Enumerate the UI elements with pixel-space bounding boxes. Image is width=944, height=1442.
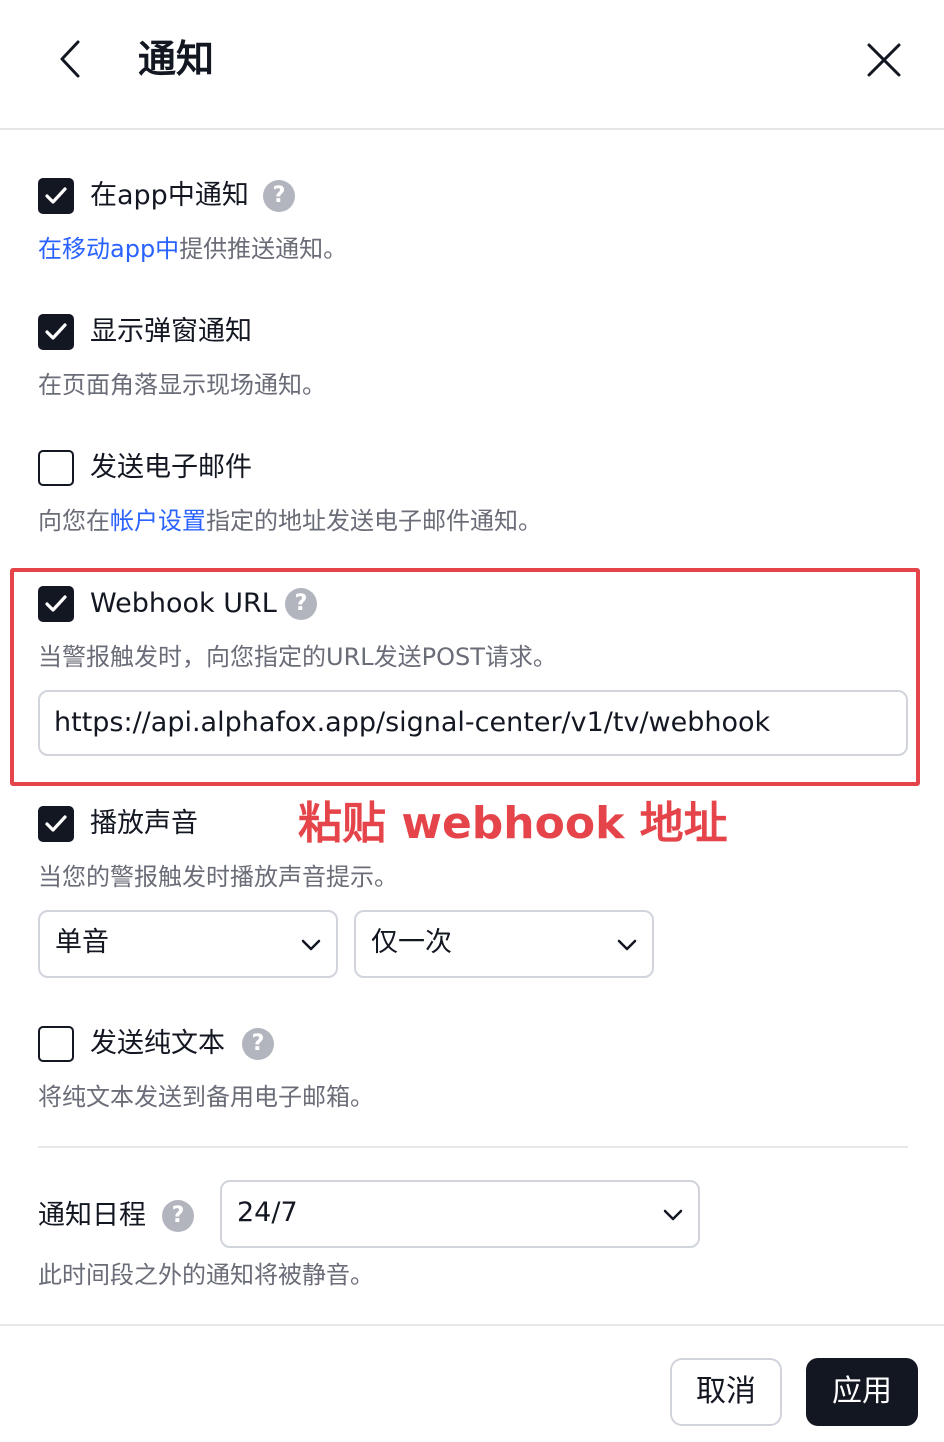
sound-checkbox[interactable] — [38, 806, 74, 842]
email-checkbox[interactable] — [38, 450, 74, 486]
popup-checkbox[interactable] — [38, 314, 74, 350]
email-description: 向您在帐户设置指定的地址发送电子邮件通知。 — [38, 504, 542, 538]
paste-webhook-annotation: 粘贴 webhook 地址 — [298, 798, 728, 849]
app-notify-help-icon[interactable]: ? — [263, 180, 295, 212]
schedule-description: 此时间段之外的通知将被静音。 — [38, 1261, 374, 1289]
check-icon — [45, 323, 67, 340]
close-button[interactable] — [862, 38, 906, 82]
app-notify-desc-text: 提供推送通知。 — [179, 235, 348, 263]
mobile-app-link[interactable]: 在移动app中 — [38, 235, 179, 263]
chevron-down-icon — [617, 939, 637, 951]
app-notify-description: 在移动app中提供推送通知。 — [38, 232, 347, 266]
app-notify-checkbox[interactable] — [38, 178, 74, 214]
back-button[interactable] — [52, 36, 92, 82]
schedule-help-icon[interactable]: ? — [162, 1200, 194, 1232]
chevron-left-icon — [60, 40, 80, 78]
dialog-header: 通知 — [0, 0, 944, 130]
dialog-title: 通知 — [138, 37, 215, 81]
apply-button[interactable]: 应用 — [806, 1358, 918, 1426]
footer-divider — [0, 1324, 944, 1326]
webhook-highlight-box — [10, 568, 920, 786]
sound-type-select[interactable]: 单音 — [38, 910, 338, 978]
plaintext-label[interactable]: 发送纯文本 — [90, 1026, 225, 1062]
schedule-select[interactable]: 24/7 — [220, 1180, 700, 1248]
sound-label[interactable]: 播放声音 — [90, 806, 198, 842]
chevron-down-icon — [663, 1209, 683, 1221]
schedule-value: 24/7 — [237, 1197, 298, 1228]
check-icon — [45, 815, 67, 832]
email-label[interactable]: 发送电子邮件 — [90, 450, 252, 486]
close-icon — [867, 43, 901, 77]
popup-label[interactable]: 显示弹窗通知 — [90, 314, 252, 350]
plaintext-description: 将纯文本发送到备用电子邮箱。 — [38, 1083, 374, 1111]
sound-repeat-select[interactable]: 仅一次 — [354, 910, 654, 978]
schedule-label: 通知日程 — [38, 1200, 146, 1231]
sound-description: 当您的警报触发时播放声音提示。 — [38, 863, 398, 891]
email-desc-post: 指定的地址发送电子邮件通知。 — [206, 507, 542, 535]
plaintext-help-icon[interactable]: ? — [242, 1028, 274, 1060]
cancel-button[interactable]: 取消 — [670, 1358, 782, 1426]
app-notify-label[interactable]: 在app中通知 — [90, 178, 249, 214]
check-icon — [45, 187, 67, 204]
popup-description: 在页面角落显示现场通知。 — [38, 371, 326, 399]
sound-type-value: 单音 — [55, 927, 109, 958]
sound-repeat-value: 仅一次 — [371, 927, 452, 958]
section-divider — [38, 1146, 908, 1148]
email-desc-pre: 向您在 — [38, 507, 110, 535]
account-settings-link[interactable]: 帐户设置 — [110, 507, 206, 535]
plaintext-checkbox[interactable] — [38, 1026, 74, 1062]
chevron-down-icon — [301, 939, 321, 951]
